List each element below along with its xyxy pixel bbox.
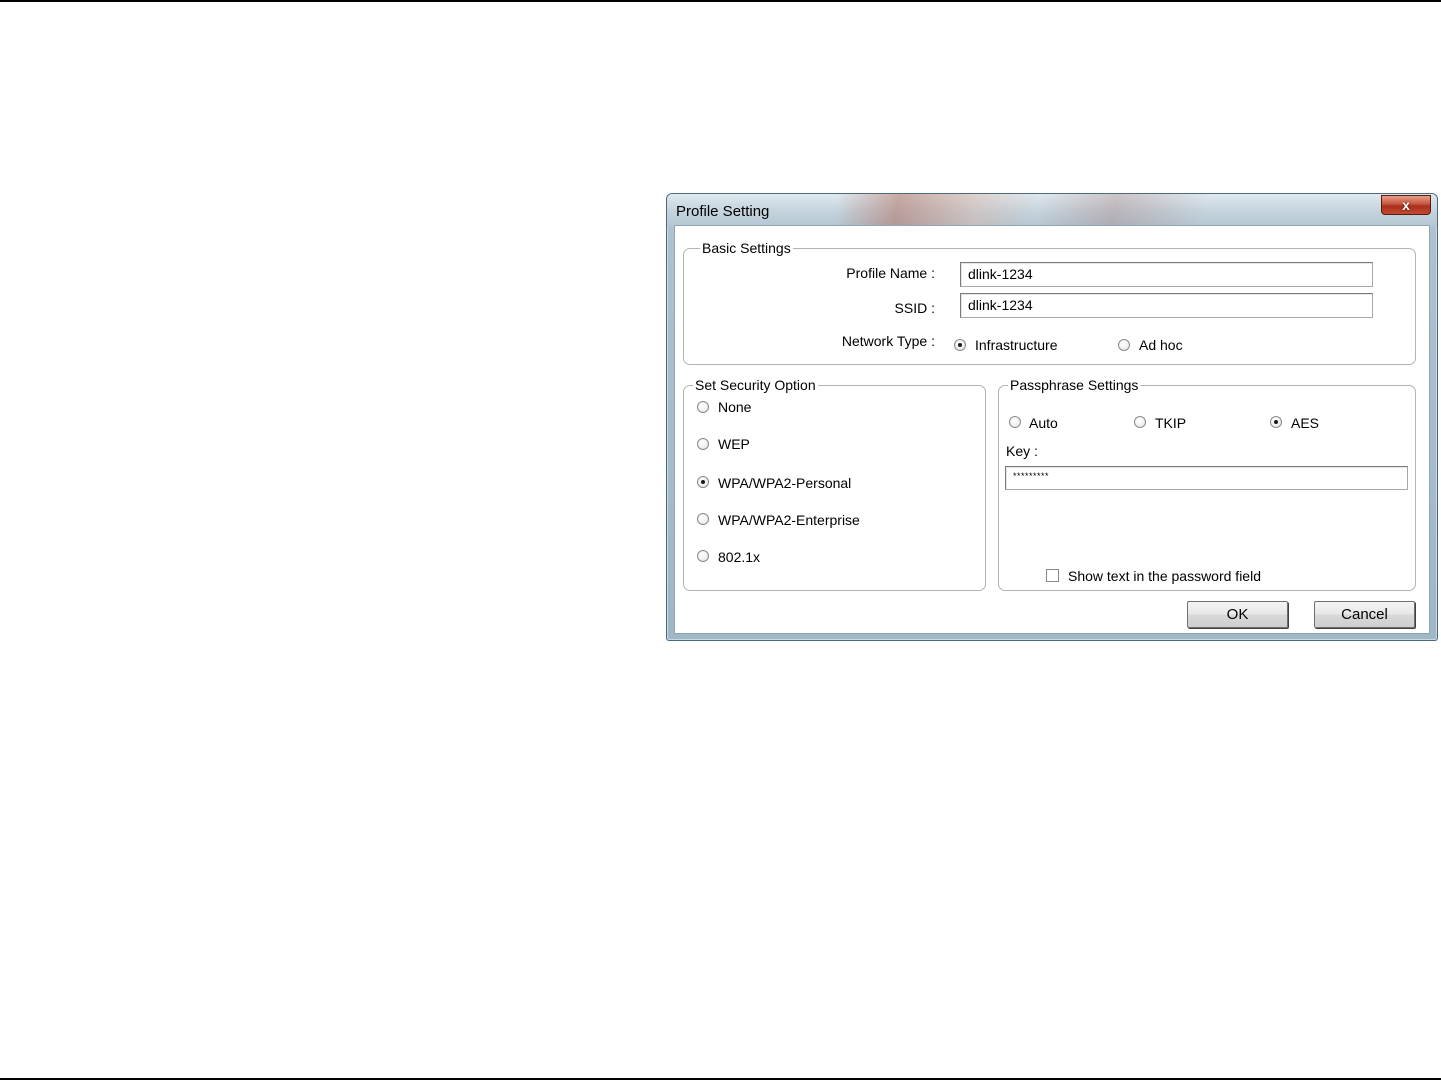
security-8021x-radio[interactable] bbox=[697, 550, 709, 562]
close-button[interactable]: x bbox=[1381, 195, 1431, 215]
security-none-label: None bbox=[718, 399, 752, 415]
passphrase-settings-legend: Passphrase Settings bbox=[1008, 376, 1141, 394]
show-text-checkbox[interactable] bbox=[1046, 569, 1059, 582]
basic-settings-legend: Basic Settings bbox=[700, 239, 793, 257]
dialog-title: Profile Setting bbox=[676, 203, 770, 220]
security-wep-label: WEP bbox=[718, 436, 750, 452]
security-wpa-enterprise-label: WPA/WPA2-Enterprise bbox=[718, 512, 860, 528]
profile-name-label: Profile Name : bbox=[846, 265, 935, 281]
cipher-aes-radio[interactable] bbox=[1270, 416, 1282, 428]
profile-name-field[interactable]: dlink-1234 bbox=[960, 262, 1373, 287]
security-option-legend: Set Security Option bbox=[693, 376, 818, 394]
ad-hoc-radio[interactable] bbox=[1118, 339, 1130, 351]
cipher-tkip-label: TKIP bbox=[1155, 415, 1187, 431]
security-wpa-enterprise-radio[interactable] bbox=[697, 513, 709, 525]
security-none-radio[interactable] bbox=[697, 401, 709, 413]
dialog-titlebar[interactable]: Profile Setting x bbox=[667, 194, 1437, 226]
security-wpa-personal-label: WPA/WPA2-Personal bbox=[718, 475, 852, 491]
ok-button[interactable]: OK bbox=[1187, 601, 1288, 628]
close-icon: x bbox=[1402, 197, 1410, 213]
key-field[interactable]: ********* bbox=[1005, 466, 1408, 490]
key-label: Key : bbox=[1006, 443, 1038, 459]
security-wep-radio[interactable] bbox=[697, 438, 709, 450]
cancel-button[interactable]: Cancel bbox=[1314, 601, 1415, 628]
show-text-label: Show text in the password field bbox=[1068, 568, 1261, 584]
ssid-field[interactable]: dlink-1234 bbox=[960, 293, 1373, 318]
ssid-label: SSID : bbox=[894, 300, 935, 316]
cipher-tkip-radio[interactable] bbox=[1134, 416, 1146, 428]
profile-setting-dialog: Profile Setting x Basic Settings Profile… bbox=[666, 193, 1438, 641]
infrastructure-radio[interactable] bbox=[954, 339, 966, 351]
page-bottom-rule bbox=[0, 1078, 1441, 1080]
security-wpa-personal-radio[interactable] bbox=[697, 476, 709, 488]
security-8021x-label: 802.1x bbox=[718, 549, 761, 565]
page-top-rule bbox=[0, 0, 1441, 2]
dialog-client-area: Basic Settings Profile Name : dlink-1234… bbox=[674, 225, 1430, 634]
cipher-aes-label: AES bbox=[1291, 415, 1320, 431]
cipher-auto-label: Auto bbox=[1029, 415, 1058, 431]
ad-hoc-label: Ad hoc bbox=[1139, 337, 1183, 353]
network-type-label: Network Type : bbox=[841, 333, 935, 349]
cipher-auto-radio[interactable] bbox=[1009, 416, 1021, 428]
infrastructure-label: Infrastructure bbox=[975, 337, 1058, 353]
